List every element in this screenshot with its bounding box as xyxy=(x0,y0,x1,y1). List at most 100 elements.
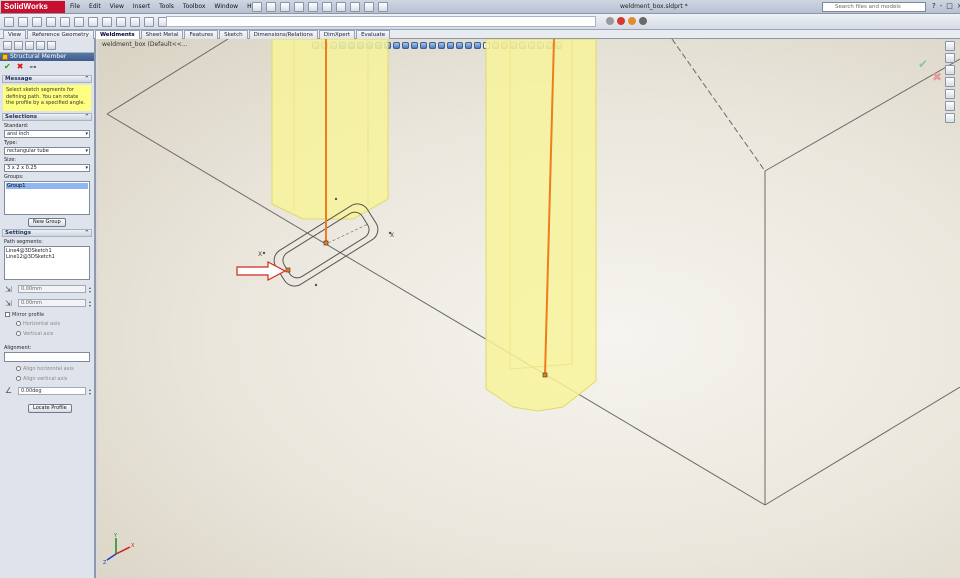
spinner-icon[interactable]: ▴ ▾ xyxy=(89,286,91,294)
menu-toolbox[interactable]: Toolbox xyxy=(183,2,206,12)
model-canvas[interactable]: X X X Y Z xyxy=(98,39,960,578)
weld-bead-icon[interactable] xyxy=(88,17,98,27)
search-results-icon[interactable] xyxy=(945,77,955,87)
list-item[interactable]: Group1 xyxy=(6,183,88,189)
menu-window[interactable]: Window xyxy=(214,2,238,12)
extrude-icon[interactable] xyxy=(102,17,112,27)
task-pane-home-icon[interactable] xyxy=(945,41,955,51)
design-library-icon[interactable] xyxy=(945,53,955,63)
command-tabs: View Reference Geometry Weldments Sheet … xyxy=(0,30,960,39)
spinner-icon[interactable]: ▴ ▾ xyxy=(89,300,91,308)
task-pane-tabs xyxy=(940,39,960,125)
menu-view[interactable]: View xyxy=(110,2,124,12)
offset-y-input[interactable]: 0.00mm ▴ ▾ xyxy=(18,299,91,308)
end-cap-icon[interactable] xyxy=(60,17,70,27)
gusset-icon[interactable] xyxy=(74,17,84,27)
menu-insert[interactable]: Insert xyxy=(133,2,150,12)
help-controls: ? - □ × xyxy=(932,2,960,10)
type-select[interactable]: rectangular tube ▾ xyxy=(4,147,90,155)
menu-bar: File Edit View Insert Tools Toolbox Wind… xyxy=(70,2,261,12)
print-icon[interactable] xyxy=(294,2,304,12)
appearances-icon[interactable] xyxy=(945,101,955,111)
path-endpoint-2 xyxy=(542,372,548,378)
info-icon[interactable] xyxy=(639,17,647,25)
path-segments-list[interactable]: Line4@3DSketch1 Line12@3DSketch1 xyxy=(4,246,90,280)
select-icon[interactable] xyxy=(336,2,346,12)
mirror-profile-checkbox[interactable]: Mirror profile xyxy=(5,312,44,318)
standard-select[interactable]: ansi inch ▾ xyxy=(4,130,90,138)
title-bar: SolidWorks File Edit View Insert Tools T… xyxy=(0,0,960,14)
stop-icon[interactable] xyxy=(617,17,625,25)
vertical-axis-radio[interactable]: Vertical axis xyxy=(16,331,53,337)
help-icon[interactable]: ? xyxy=(932,2,936,10)
offset-x-icon: ⇲ xyxy=(5,285,12,294)
hole-icon[interactable] xyxy=(130,17,140,27)
structural-member-icon[interactable] xyxy=(32,17,42,27)
horizontal-axis-radio[interactable]: Horizontal axis xyxy=(16,321,60,327)
property-manager-icon[interactable] xyxy=(14,41,23,50)
tab-evaluate[interactable]: Evaluate xyxy=(356,30,391,39)
redo-icon[interactable] xyxy=(322,2,332,12)
zoom-icon[interactable] xyxy=(606,17,614,25)
locate-profile-button[interactable]: Locate Profile xyxy=(28,404,72,413)
tab-view[interactable]: View xyxy=(3,30,27,39)
menu-file[interactable]: File xyxy=(70,2,80,12)
spinner-icon[interactable]: ▴ ▾ xyxy=(89,388,91,396)
undo-icon[interactable] xyxy=(308,2,318,12)
menu-edit[interactable]: Edit xyxy=(89,2,101,12)
tab-reference-geometry[interactable]: Reference Geometry xyxy=(27,30,94,39)
save-icon[interactable] xyxy=(280,2,290,12)
search-input[interactable]: Search files and models xyxy=(822,2,926,12)
rebuild-icon[interactable] xyxy=(350,2,360,12)
warning-icon[interactable] xyxy=(628,17,636,25)
restore-button[interactable]: □ xyxy=(946,2,953,10)
custom-properties-icon[interactable] xyxy=(945,113,955,123)
confirmation-ok-icon[interactable]: ✔ xyxy=(918,57,928,71)
graphics-area[interactable]: weldment_box (Default<<... X X X Y Z ✔ ✖ xyxy=(98,39,960,578)
offset-y-value: 0.00mm xyxy=(21,300,42,306)
display-manager-icon[interactable] xyxy=(47,41,56,50)
options-icon[interactable] xyxy=(378,2,388,12)
menu-tools[interactable]: Tools xyxy=(159,2,174,12)
selections-section-header[interactable]: Selections ^ xyxy=(2,113,92,121)
pushpin-icon[interactable]: ⊶ xyxy=(29,63,36,71)
align-horizontal-radio[interactable]: Align horizontal axis xyxy=(16,366,74,372)
alignment-input[interactable] xyxy=(4,352,90,362)
minimize-button[interactable]: - xyxy=(940,2,943,10)
new-group-button[interactable]: New Group xyxy=(28,218,66,227)
size-select[interactable]: 3 x 2 x 0.25 ▾ xyxy=(4,164,90,172)
configuration-icon[interactable] xyxy=(25,41,34,50)
view-palette-icon[interactable] xyxy=(945,89,955,99)
trim-extend-icon[interactable] xyxy=(46,17,56,27)
radio-icon xyxy=(16,366,21,371)
tab-sheet-metal[interactable]: Sheet Metal xyxy=(140,30,184,39)
sketch-icon[interactable] xyxy=(4,17,14,27)
offset-x-input[interactable]: 0.00mm ▴ ▾ xyxy=(18,285,91,294)
align-vertical-radio[interactable]: Align vertical axis xyxy=(16,376,67,382)
command-field[interactable] xyxy=(166,16,596,27)
message-section-header[interactable]: Message ^ xyxy=(2,75,92,83)
tab-dimensions-relations[interactable]: Dimensions/Relations xyxy=(248,30,318,39)
dimxpert-icon[interactable] xyxy=(36,41,45,50)
tab-features[interactable]: Features xyxy=(184,30,219,39)
settings-section-header[interactable]: Settings ^ xyxy=(2,229,92,237)
tab-dimxpert[interactable]: DimXpert xyxy=(318,30,356,39)
cut-icon[interactable] xyxy=(116,17,126,27)
hidden-edge xyxy=(671,39,766,172)
ok-icon[interactable]: ✔ xyxy=(4,63,11,71)
new-icon[interactable] xyxy=(252,2,262,12)
file-properties-icon[interactable] xyxy=(364,2,374,12)
cancel-icon[interactable]: ✖ xyxy=(17,63,24,71)
tab-weldments[interactable]: Weldments xyxy=(94,30,140,39)
tab-sketch[interactable]: Sketch xyxy=(219,30,248,39)
3d-sketch-icon[interactable] xyxy=(18,17,28,27)
open-icon[interactable] xyxy=(266,2,276,12)
groups-list[interactable]: Group1 xyxy=(4,181,90,215)
file-explorer-icon[interactable] xyxy=(945,65,955,75)
pm-title: Structural Member xyxy=(10,53,67,60)
list-item[interactable]: Line12@3DSketch1 xyxy=(6,254,88,260)
chamfer-icon[interactable] xyxy=(144,17,154,27)
rotation-angle-input[interactable]: 0.00deg ▴ ▾ xyxy=(18,387,91,396)
solidworks-logo-icon[interactable]: SolidWorks xyxy=(1,1,65,13)
feature-tree-icon[interactable] xyxy=(3,41,12,50)
